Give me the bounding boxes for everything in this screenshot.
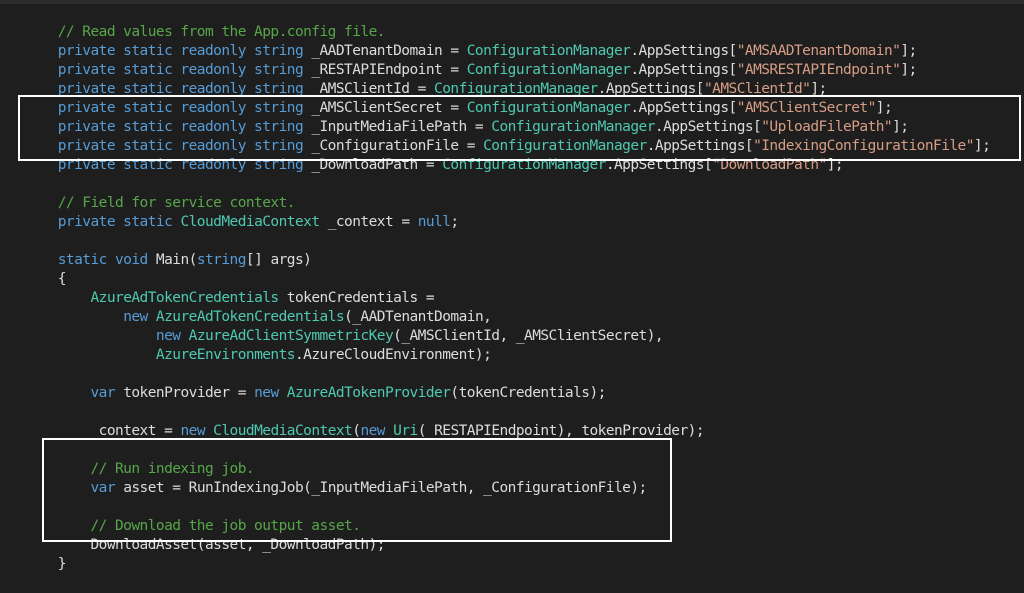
- identifier: _DownloadPath =: [303, 157, 443, 173]
- code-line-new-credentials: new AzureAdTokenCredentials(_AADTenantDo…: [25, 289, 492, 325]
- identifier: _context =: [319, 214, 418, 230]
- punctuation: [] args): [245, 252, 312, 268]
- punctuation: ];: [826, 157, 844, 173]
- punctuation: ];: [900, 62, 917, 78]
- brace: }: [57, 556, 67, 572]
- identifier: Main(: [147, 252, 197, 268]
- code-line-token-credentials: AzureAdTokenCredentials tokenCredentials…: [25, 270, 434, 306]
- keyword: private static readonly string: [57, 157, 304, 173]
- keyword-new: new: [360, 423, 385, 439]
- identifier: tokenProvider =: [115, 385, 255, 401]
- code-line-configuration-file: private static readonly string _Configur…: [25, 118, 991, 154]
- keyword-null: null: [417, 214, 451, 230]
- code-line-azure-environment: AzureEnvironments.AzureCloudEnvironment)…: [25, 327, 492, 363]
- code-line-comment-run: // Run indexing job.: [25, 441, 254, 477]
- identifier: .AzureCloudEnvironment);: [294, 347, 492, 363]
- code-line-tenant-domain: private static readonly string _AADTenan…: [25, 23, 918, 59]
- string-literal: "DownloadPath": [712, 157, 827, 173]
- code-line-token-provider: var tokenProvider = new AzureAdTokenProv…: [25, 365, 606, 401]
- type-name: CloudMediaContext: [205, 423, 353, 439]
- member-access: .AppSettings[: [605, 157, 713, 173]
- code-line-context-field: private static CloudMediaContext _contex…: [25, 194, 459, 230]
- code-line-download-asset: DownloadAsset(asset, _DownloadPath);: [25, 517, 385, 553]
- code-line-client-secret: private static readonly string _AMSClien…: [25, 80, 893, 116]
- identifier: asset = RunIndexingJob(_InputMediaFilePa…: [115, 480, 647, 496]
- code-line-download-path: private static readonly string _Download…: [25, 137, 844, 173]
- arguments: (tokenCredentials);: [450, 385, 606, 401]
- type-name: AzureEnvironments: [155, 347, 296, 363]
- keyword: var: [90, 385, 116, 401]
- identifier: _context =: [90, 423, 181, 439]
- statement: DownloadAsset(asset, _DownloadPath);: [57, 537, 385, 553]
- code-line-new-symmetric-key: new AzureAdClientSymmetricKey(_AMSClient…: [25, 308, 664, 344]
- code-line-run-indexing-job: var asset = RunIndexingJob(_InputMediaFi…: [25, 460, 647, 496]
- type-name: CloudMediaContext: [172, 214, 320, 230]
- type-name: ConfigurationManager: [442, 157, 606, 173]
- keyword: var: [90, 480, 116, 496]
- code-line-comment-read-values: // Read values from the App.config file.: [25, 4, 386, 40]
- keyword-new: new: [254, 385, 279, 401]
- keyword-string: string: [196, 252, 247, 268]
- code-line-main-signature: static void Main(string[] args): [25, 232, 312, 268]
- keyword: static void: [57, 252, 149, 268]
- code-line-client-id: private static readonly string _AMSClien…: [25, 61, 828, 97]
- code-line-new-context: _context = new CloudMediaContext(new Uri…: [25, 403, 704, 439]
- code-line-comment-field: // Field for service context.: [25, 175, 296, 211]
- punctuation: ;: [450, 214, 459, 230]
- code-line-open-brace: {: [25, 251, 67, 287]
- keyword: private static: [57, 214, 173, 230]
- code-line-restapi-endpoint: private static readonly string _RESTAPIE…: [25, 42, 918, 78]
- code-line-input-media-path: private static readonly string _InputMed…: [25, 99, 909, 135]
- type-name-uri: Uri: [384, 423, 418, 439]
- punctuation: ];: [973, 138, 991, 154]
- arguments: (_RESTAPIEndpoint), tokenProvider);: [417, 423, 705, 439]
- code-editor[interactable]: // Read values from the App.config file.…: [0, 4, 1024, 572]
- type-name: AzureAdTokenProvider: [278, 385, 451, 401]
- code-line-comment-download: // Download the job output asset.: [25, 498, 360, 534]
- keyword: new: [180, 423, 205, 439]
- code-line-close-brace: }: [25, 536, 67, 572]
